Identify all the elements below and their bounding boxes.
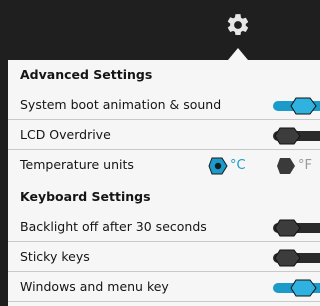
setting-label-sticky-keys: Sticky keys xyxy=(20,249,90,264)
fahrenheit-marker xyxy=(277,158,295,174)
setting-label-windows-key: Windows and menu key xyxy=(20,279,169,294)
celsius-marker-dot xyxy=(214,162,222,170)
setting-row-windows-key: Windows and menu key xyxy=(8,272,320,302)
toggle-knob xyxy=(274,219,301,237)
section-keyboard: Keyboard Settings xyxy=(8,182,320,212)
backlight-toggle[interactable] xyxy=(272,219,320,237)
setting-row-temperature: Temperature units °C °F xyxy=(8,150,320,180)
fahrenheit-radio-icon xyxy=(277,158,295,174)
app-header xyxy=(0,0,320,60)
celsius-radio-icon xyxy=(208,157,228,175)
fahrenheit-option[interactable]: °F xyxy=(276,157,320,175)
celsius-option[interactable]: °C xyxy=(208,157,256,175)
lcd-overdrive-toggle[interactable] xyxy=(272,127,320,145)
setting-row-boot-animation: System boot animation & sound xyxy=(8,90,320,120)
sticky-keys-toggle[interactable] xyxy=(272,249,320,267)
windows-key-toggle[interactable] xyxy=(272,279,320,297)
toggle-knob xyxy=(274,127,301,145)
setting-label-backlight: Backlight off after 30 seconds xyxy=(20,219,207,234)
setting-label-boot-animation: System boot animation & sound xyxy=(20,97,222,112)
setting-row-backlight: Backlight off after 30 seconds xyxy=(8,212,320,242)
toggle-knob xyxy=(274,249,301,267)
section-title-keyboard: Keyboard Settings xyxy=(20,189,151,204)
setting-label-lcd-overdrive: LCD Overdrive xyxy=(20,127,111,142)
setting-row-sticky-keys: Sticky keys xyxy=(8,242,320,272)
boot-animation-toggle[interactable] xyxy=(272,97,320,115)
settings-panel: Advanced Settings System boot animation … xyxy=(8,60,320,306)
fahrenheit-label: °F xyxy=(298,158,312,173)
celsius-label: °C xyxy=(230,158,246,173)
section-advanced: Advanced Settings xyxy=(8,60,320,90)
toggle-knob xyxy=(290,97,317,115)
menu-pointer xyxy=(228,48,248,60)
toggle-knob xyxy=(290,279,317,297)
setting-row-lcd-overdrive: LCD Overdrive xyxy=(8,120,320,150)
setting-label-temperature: Temperature units xyxy=(20,157,134,172)
gear-icon[interactable] xyxy=(225,12,251,38)
section-title-advanced: Advanced Settings xyxy=(20,67,153,82)
